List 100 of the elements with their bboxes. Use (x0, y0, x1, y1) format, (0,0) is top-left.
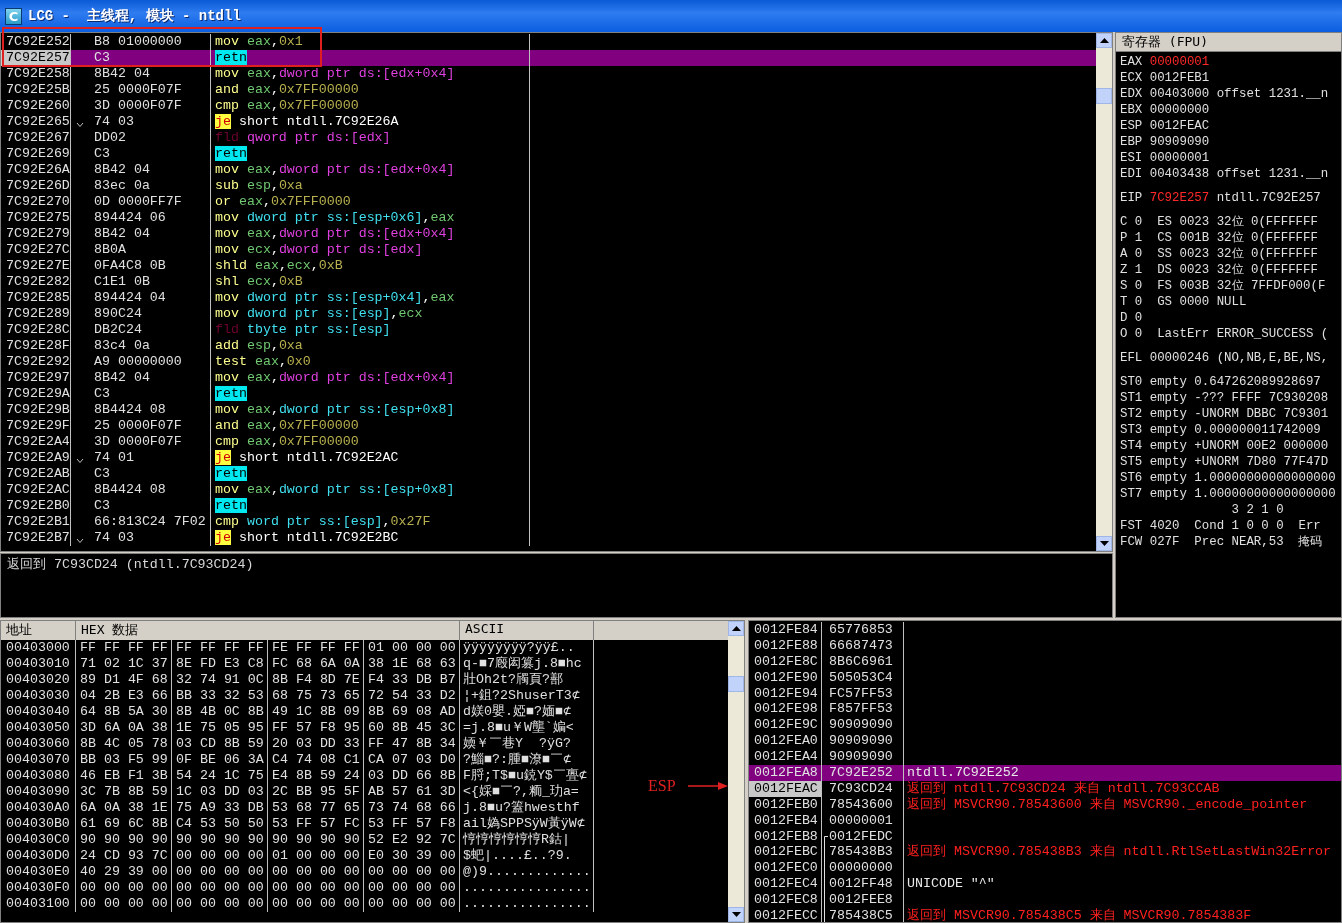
code-row[interactable]: 7C92E27E 0FA4C8 0B shld eax,ecx,0xB (1, 258, 1096, 274)
code-row[interactable]: 7C92E2B0 C3 retn (1, 498, 1096, 514)
ascii-cell: =j.8■u￥W壟`媥< (460, 720, 594, 736)
address-cell: 00403070 (1, 752, 76, 768)
stack-row[interactable]: 0012FEA8 7C92E252 ntdll.7C92E252 (749, 765, 1341, 781)
code-row[interactable]: 7C92E29B 8B4424 08 mov eax,dword ptr ss:[esp+0x8] (1, 402, 1096, 418)
stack-row[interactable]: 0012FE88 66687473 (749, 637, 1341, 654)
code-row[interactable]: 7C92E279 8B42 04 mov eax,dword ptr ds:[edx+0x4] (1, 226, 1096, 242)
value-cell: F857FF53 (829, 701, 893, 718)
code-row[interactable]: 7C92E289 890C24 mov dword ptr ss:[esp],ecx (1, 306, 1096, 322)
column-header[interactable]: ASCII (460, 621, 594, 640)
code-row[interactable]: 7C92E257 C3 retn (1, 50, 1096, 66)
code-row[interactable]: 7C92E28C DB2C24 fld tbyte ptr ss:[esp] (1, 322, 1096, 338)
value-cell: 0012FF48 (829, 876, 893, 893)
hex-cell: 03 DD 66 8B (364, 768, 460, 784)
code-row[interactable]: 7C92E27C 8B0A mov ecx,dword ptr ds:[edx] (1, 242, 1096, 258)
stack-row[interactable]: 0012FEBC 785438B3 返回到 MSVCR90.785438B3 来自 ntdll.RtlSetLastWin32Error (749, 844, 1341, 861)
code-row[interactable]: 7C92E26D 83ec 0a sub esp,0xa (1, 178, 1096, 194)
hex-cell: 32 74 91 0C (172, 672, 268, 688)
code-row[interactable]: 7C92E28F 83c4 0a add esp,0xa (1, 338, 1096, 354)
address-cell: 7C92E265 (1, 114, 71, 130)
register-line: ST4 empty +UNORM 00E2 000000 (1120, 438, 1330, 454)
stack-row[interactable]: 0012FE94 FC57FF53 (749, 685, 1341, 702)
address-cell: 00403040 (1, 704, 76, 720)
hex-cell: 8B 4C 05 78 (76, 736, 172, 752)
code-row[interactable]: 7C92E269 C3 retn (1, 146, 1096, 162)
down-arrow-icon[interactable] (731, 912, 741, 917)
hex-cell: 40 29 39 00 (76, 864, 172, 880)
code-row[interactable]: 7C92E25B 25 0000F07F and eax,0x7FF00000 (1, 82, 1096, 98)
ascii-cell: 壯Oh2t?斶頁?鄯 (460, 672, 594, 688)
hex-cell: 00 00 00 00 (76, 880, 172, 896)
down-arrow-icon[interactable] (1099, 541, 1109, 546)
stack-row[interactable]: 0012FEB8 0012FEDC (749, 828, 1341, 845)
address-cell: 7C92E2B7 (1, 530, 71, 546)
value-cell: FC57FF53 (829, 685, 893, 702)
value-cell: 90909090 (829, 717, 893, 734)
scrollbar-thumb[interactable] (728, 676, 744, 692)
address-cell: 00403010 (1, 656, 76, 672)
code-row[interactable]: 7C92E292 A9 00000000 test eax,0x0 (1, 354, 1096, 370)
stack-row[interactable]: 0012FEB0 78543600 返回到 MSVCR90.78543600 来自 MSVCR90._encode_pointer (749, 796, 1341, 813)
ascii-cell: q-■7廏闳篡j.8■hc (460, 656, 594, 672)
hex-cell: FF FF FF FF (76, 640, 172, 656)
stack-row[interactable]: 0012FEC0 00000000 (749, 860, 1341, 877)
stack-row[interactable]: 0012FE90 505053C4 (749, 669, 1341, 686)
stack-row[interactable]: 0012FEB4 00000001 (749, 812, 1341, 829)
stack-row[interactable]: 0012FE9C 90909090 (749, 717, 1341, 734)
stack-row[interactable]: 0012FECC 785438C5 返回到 MSVCR90.785438C5 来自 MSVCR90.7854383F (749, 908, 1341, 922)
code-row[interactable]: 7C92E29A C3 retn (1, 386, 1096, 402)
address-cell: 7C92E257 (1, 50, 71, 66)
hex-cell: 0FA4C8 0B (94, 258, 166, 274)
comment-cell-text: 返回到 MSVCR90.785438B3 来自 ntdll.RtlSetLastWin32Error (906, 844, 1332, 861)
code-row[interactable]: 7C92E270 0D 0000FF7F or eax,0x7FFF0000 (1, 194, 1096, 210)
code-row[interactable]: 7C92E258 8B42 04 mov eax,dword ptr ds:[edx+0x4] (1, 66, 1096, 82)
vertical-scrollbar[interactable] (728, 621, 744, 922)
stack-row[interactable]: 0012FE98 F857FF53 (749, 701, 1341, 718)
hex-cell: 53 FF 57 F8 (364, 816, 460, 832)
hex-cell: 66:813C24 7F02 (94, 514, 206, 530)
code-row[interactable]: 7C92E29F 25 0000F07F and eax,0x7FF00000 (1, 418, 1096, 434)
hex-cell: B8 01000000 (94, 34, 182, 50)
vertical-scrollbar[interactable] (1096, 33, 1112, 551)
stack-row[interactable]: 0012FEC4 0012FF48 UNICODE "^" (749, 876, 1341, 893)
comment-cell-text: UNICODE "^" (906, 876, 995, 893)
code-row[interactable]: 7C92E282 C1E1 0B shl ecx,0xB (1, 274, 1096, 290)
address-cell: 0012FE8C (749, 653, 822, 670)
hex-cell: 894424 06 (94, 210, 166, 226)
stack-row[interactable]: 0012FEAC 7C93CD24 返回到 ntdll.7C93CD24 来自 ntdll.7C93CCAB (749, 780, 1341, 797)
hex-cell: 00 00 00 00 (364, 880, 460, 896)
stack-row[interactable]: 0012FE8C 8B6C6961 (749, 653, 1341, 670)
address-cell: 00403080 (1, 768, 76, 784)
column-header[interactable]: 地址 (1, 621, 76, 640)
code-row[interactable]: 7C92E285 894424 04 mov dword ptr ss:[esp+0x4],eax (1, 290, 1096, 306)
ascii-cell: ................ (460, 880, 594, 896)
instruction-cell: retn (211, 146, 530, 162)
code-row[interactable]: 7C92E275 894424 06 mov dword ptr ss:[esp+0x6],eax (1, 210, 1096, 226)
stack-row[interactable]: 0012FEC8 0012FEE8 (749, 892, 1341, 909)
hex-cell: 71 02 1C 37 (76, 656, 172, 672)
instruction-cell: retn (211, 498, 530, 514)
address-cell: 7C92E28C (1, 322, 71, 338)
column-header[interactable]: HEX 数据 (76, 621, 460, 640)
register-line: EDI 00403438 offset 1231.__n (1120, 166, 1330, 182)
code-row[interactable]: 7C92E26A 8B42 04 mov eax,dword ptr ds:[edx+0x4] (1, 162, 1096, 178)
stack-row[interactable]: 0012FE84 65776853 (749, 622, 1341, 638)
code-row[interactable]: 7C92E2AB C3 retn (1, 466, 1096, 482)
comment-cell-text: 返回到 MSVCR90.78543600 来自 MSVCR90._encode_pointer (906, 796, 1308, 813)
hex-cell: 8B0A (94, 242, 126, 258)
instruction-cell: mov dword ptr ss:[esp],ecx (211, 306, 530, 322)
hex-cell: 0F BE 06 3A (172, 752, 268, 768)
stack-row[interactable]: 0012FEA0 90909090 (749, 733, 1341, 750)
up-arrow-icon[interactable] (1099, 38, 1109, 43)
instruction-cell: retn (211, 466, 530, 482)
hex-cell: A9 00000000 (94, 354, 182, 370)
ascii-cell: 悙悙悙悙悙悙R鈷| (460, 832, 594, 848)
code-row[interactable]: 7C92E2B7 74 03 je short ntdll.7C92E2BC (1, 530, 1096, 546)
code-row[interactable]: 7C92E265 74 03 je short ntdll.7C92E26A (1, 114, 1096, 130)
hex-cell: F4 33 DB B7 (364, 672, 460, 688)
scrollbar-thumb[interactable] (1096, 88, 1112, 104)
hex-cell: 3D 0000F07F (94, 98, 182, 114)
value-cell: 785438B3 (829, 844, 893, 861)
address-cell: 0012FE94 (749, 685, 822, 702)
up-arrow-icon[interactable] (731, 626, 741, 631)
